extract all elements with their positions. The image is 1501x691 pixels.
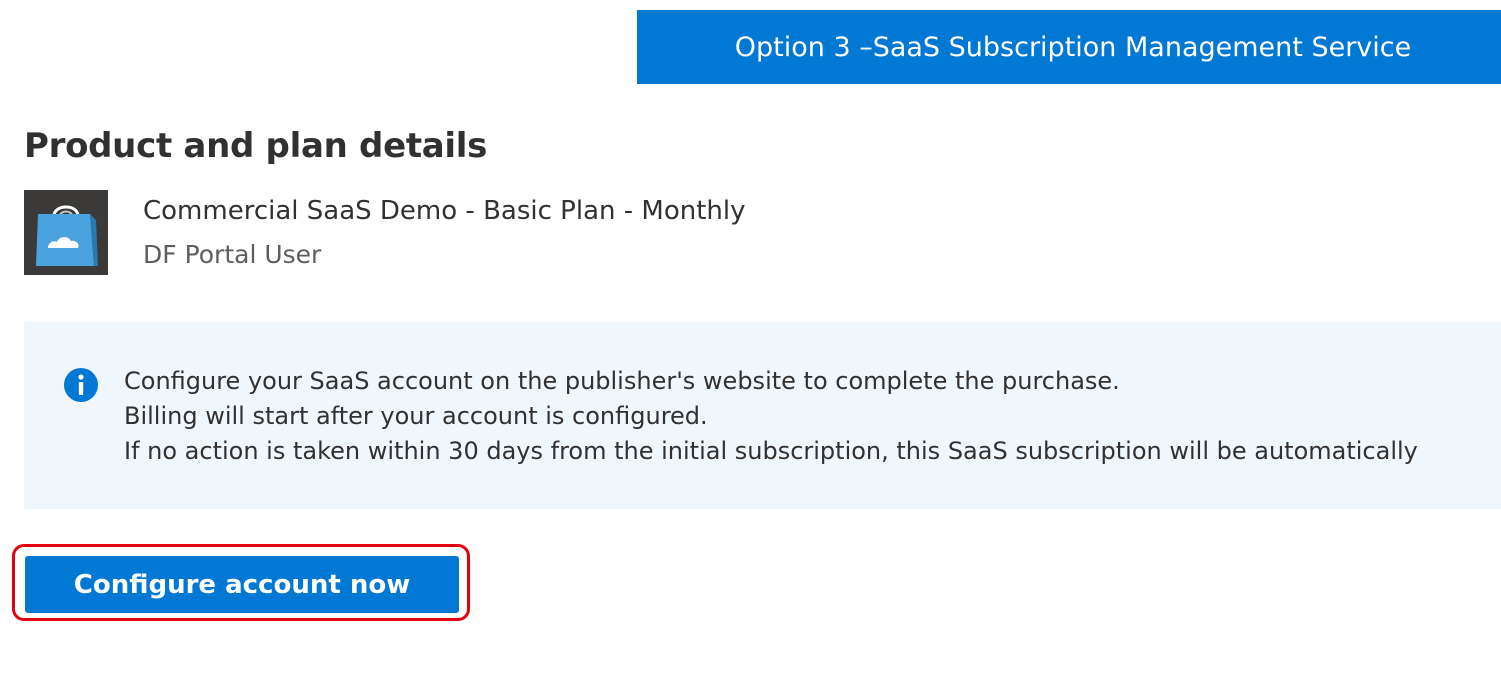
configure-account-button[interactable]: Configure account now xyxy=(25,556,459,613)
info-message: Configure your SaaS account on the publi… xyxy=(24,322,1501,509)
info-line: If no action is taken within 30 days fro… xyxy=(124,437,1418,465)
shopping-bag-cloud-icon xyxy=(24,190,108,275)
product-name: Commercial SaaS Demo - Basic Plan - Mont… xyxy=(143,196,746,226)
option-banner: Option 3 –SaaS Subscription Management S… xyxy=(637,10,1501,84)
info-line: Configure your SaaS account on the publi… xyxy=(124,367,1120,395)
product-publisher: DF Portal User xyxy=(143,240,322,269)
banner-text: Option 3 –SaaS Subscription Management S… xyxy=(734,31,1412,63)
page: Option 3 –SaaS Subscription Management S… xyxy=(0,0,1501,691)
info-text: Configure your SaaS account on the publi… xyxy=(124,364,1418,469)
info-icon xyxy=(64,368,98,402)
page-title: Product and plan details xyxy=(24,126,488,166)
info-line: Billing will start after your account is… xyxy=(124,402,708,430)
